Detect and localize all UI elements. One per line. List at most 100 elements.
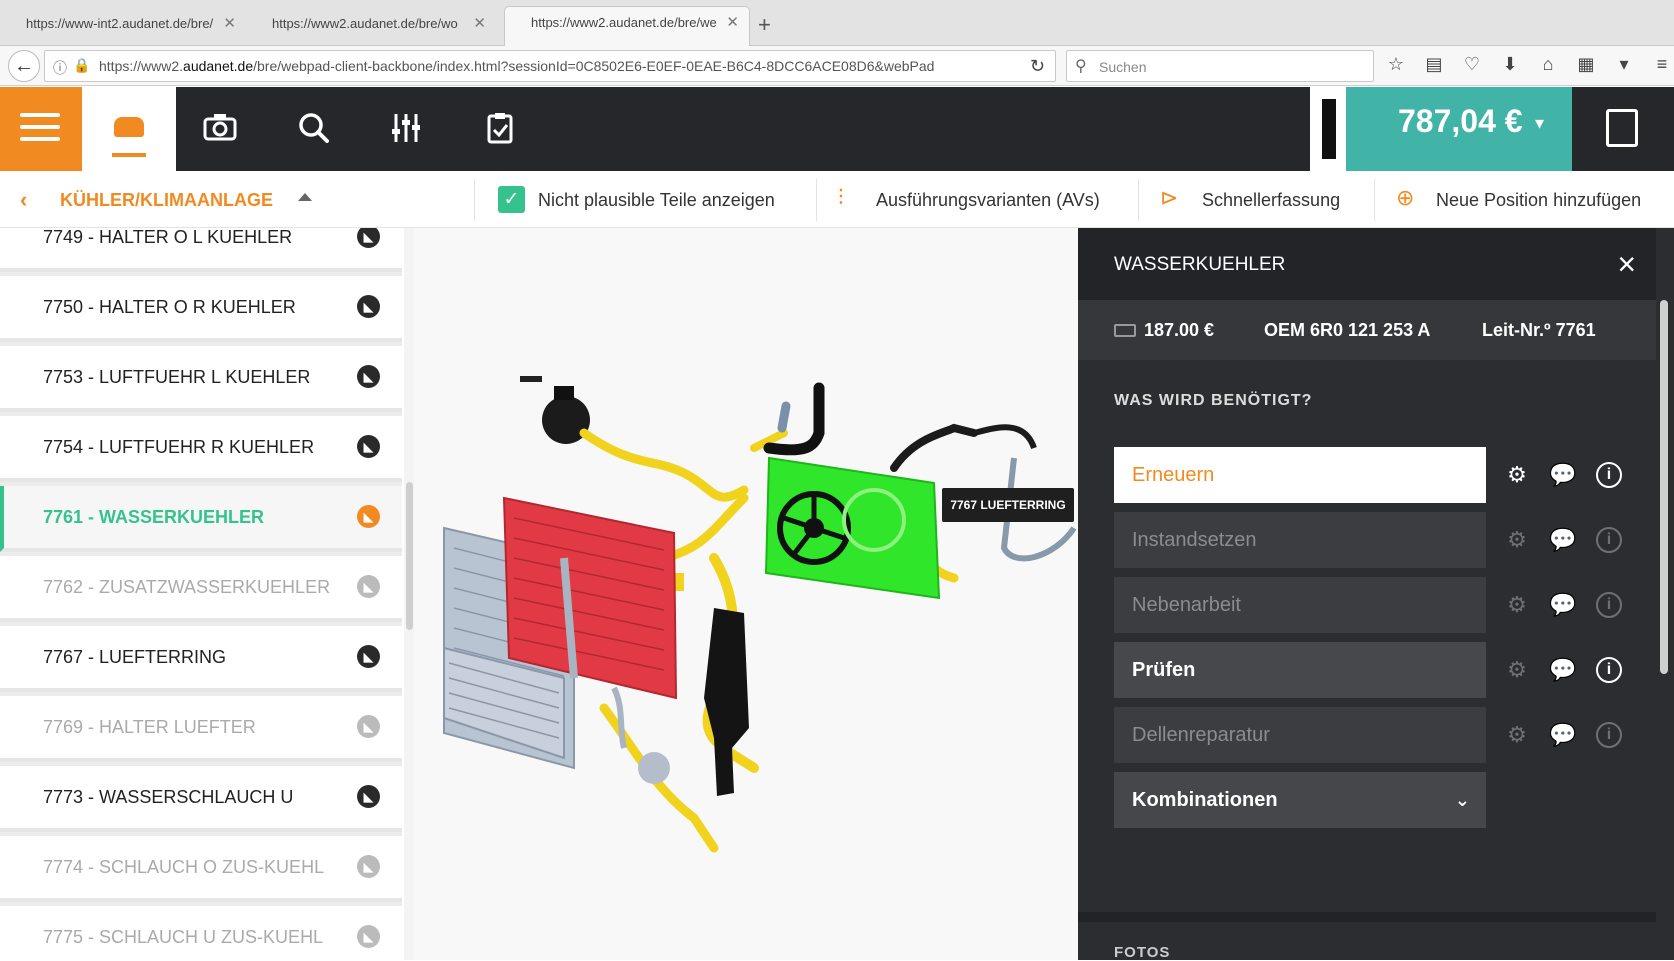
quick-entry-icon[interactable]: ⊳ <box>1160 185 1178 211</box>
clipboard-check-icon[interactable] <box>480 111 520 147</box>
browser-tabbar: https://www-int2.audanet.de/bre/ ✕ https… <box>0 0 1674 47</box>
browser-navbar: ← ⓘ 🔒 https://www2.audanet.de/bre/webpad… <box>0 46 1674 86</box>
divider <box>816 179 817 221</box>
option-instandsetzen[interactable]: Instandsetzen <box>1114 512 1486 568</box>
part-status-icon[interactable]: ◣ <box>357 575 380 598</box>
variants-icon[interactable]: ⫶ <box>838 185 844 211</box>
add-circle-icon[interactable]: ⊕ <box>1396 185 1414 211</box>
back-arrow-icon[interactable]: ← <box>8 50 40 82</box>
part-status-icon[interactable]: ◣ <box>357 925 380 948</box>
comment-icon[interactable]: 💬 <box>1548 720 1578 750</box>
add-position-button[interactable]: Neue Position hinzufügen <box>1436 190 1641 211</box>
download-icon[interactable]: ⬇ <box>1498 54 1522 78</box>
info-icon[interactable]: i <box>1596 592 1622 618</box>
new-tab-icon[interactable]: + <box>758 12 771 38</box>
3d-parts-viewer[interactable] <box>414 228 1078 960</box>
close-tab-icon[interactable]: ✕ <box>726 7 739 39</box>
car-icon[interactable] <box>82 87 176 171</box>
fotos-heading: FOTOS <box>1114 944 1171 961</box>
gear-icon[interactable]: ⚙ <box>1502 525 1532 555</box>
browser-tab-1[interactable]: https://www-int2.audanet.de/bre/ ✕ <box>0 8 246 40</box>
combinations-label: Kombinationen <box>1132 789 1278 811</box>
panel-scrollbar-thumb[interactable] <box>1660 300 1668 674</box>
gear-icon[interactable]: ⚙ <box>1502 655 1532 685</box>
breadcrumb[interactable]: KÜHLER/KLIMAANLAGE <box>60 190 273 211</box>
part-status-icon[interactable]: ◣ <box>357 365 380 388</box>
part-status-icon[interactable]: ◣ <box>357 645 380 668</box>
list-item[interactable]: 7762 - ZUSATZWASSERKUEHLER ◣ <box>0 556 402 622</box>
part-status-icon[interactable]: ◣ <box>357 228 380 248</box>
list-item-label: 7753 - LUFTFUEHR L KUEHLER <box>43 367 311 387</box>
list-scrollbar-thumb[interactable] <box>406 482 413 630</box>
search-icon[interactable] <box>294 111 334 147</box>
list-item[interactable]: 7754 - LUFTFUEHR R KUEHLER ◣ <box>0 416 402 482</box>
section-divider <box>1078 912 1656 922</box>
address-bar[interactable]: ⓘ 🔒 https://www2.audanet.de/bre/webpad-c… <box>44 50 1056 82</box>
browser-menu-icon[interactable]: ≡ <box>1650 54 1674 78</box>
total-price-button[interactable]: 787,04 € ▾ <box>1346 87 1572 171</box>
combinations-dropdown[interactable]: Kombinationen ⌄ <box>1114 772 1486 828</box>
info-icon[interactable]: i <box>1596 722 1622 748</box>
caret-up-icon[interactable] <box>298 193 312 201</box>
gear-icon[interactable]: ⚙ <box>1502 460 1532 490</box>
option-erneuern[interactable]: Erneuern <box>1114 447 1486 503</box>
list-item-label: 7774 - SCHLAUCH O ZUS-KUEHL <box>43 857 325 877</box>
home-icon[interactable]: ⌂ <box>1536 54 1560 78</box>
close-tab-icon[interactable]: ✕ <box>223 8 236 40</box>
list-item-label: 7767 - LUEFTERRING <box>43 647 227 667</box>
info-icon[interactable]: i <box>1596 527 1622 553</box>
part-status-icon[interactable]: ◣ <box>357 855 380 878</box>
close-tab-icon[interactable]: ✕ <box>473 8 486 40</box>
app-header: 787,04 € ▾ <box>0 87 1674 171</box>
bookmark-star-icon[interactable]: ☆ <box>1384 54 1408 78</box>
part-status-icon[interactable]: ◣ <box>357 715 380 738</box>
list-item[interactable]: 7769 - HALTER LUEFTER ◣ <box>0 696 402 762</box>
chevron-left-icon[interactable]: ‹ <box>20 187 27 213</box>
browser-search-input[interactable]: ⚲ Suchen <box>1066 50 1374 82</box>
hamburger-icon[interactable] <box>0 87 82 171</box>
close-icon[interactable]: × <box>1617 246 1636 283</box>
list-item[interactable]: 7750 - HALTER O R KUEHLER ◣ <box>0 276 402 342</box>
variants-button[interactable]: Ausführungsvarianten (AVs) <box>876 190 1100 211</box>
comment-icon[interactable]: 💬 <box>1548 460 1578 490</box>
list-item[interactable]: 7749 - HALTER O L KUEHLER ◣ <box>0 228 402 272</box>
info-icon[interactable]: i <box>1596 657 1622 683</box>
implausible-checkbox[interactable]: ✓ <box>498 186 525 213</box>
part-status-icon[interactable]: ◣ <box>357 505 380 528</box>
comment-icon[interactable]: 💬 <box>1548 590 1578 620</box>
list-item[interactable]: 7774 - SCHLAUCH O ZUS-KUEHL ◣ <box>0 836 402 902</box>
caret-down-icon: ▾ <box>1534 113 1544 133</box>
quick-entry-button[interactable]: Schnellerfassung <box>1202 190 1340 211</box>
option-pruefen[interactable]: Prüfen <box>1114 642 1486 698</box>
info-icon[interactable]: ⓘ <box>53 58 67 78</box>
pocket-icon[interactable]: ♡ <box>1460 54 1484 78</box>
browser-tab-2[interactable]: https://www2.audanet.de/bre/wo ✕ <box>246 8 496 40</box>
list-item[interactable]: 7753 - LUFTFUEHR L KUEHLER ◣ <box>0 346 402 412</box>
calculator-icon[interactable] <box>1572 87 1674 171</box>
camera-icon[interactable] <box>200 111 240 147</box>
part-status-icon[interactable]: ◣ <box>357 435 380 458</box>
extension-icon[interactable]: ▦ <box>1574 54 1598 78</box>
info-icon[interactable]: i <box>1596 462 1622 488</box>
implausible-parts-label[interactable]: Nicht plausible Teile anzeigen <box>538 190 775 211</box>
tab-title: https://www2.audanet.de/bre/wo <box>272 16 458 31</box>
list-item[interactable]: 7767 - LUEFTERRING ◣ <box>0 626 402 692</box>
option-dellenreparatur[interactable]: Dellenreparatur <box>1114 707 1486 763</box>
list-item[interactable]: 7773 - WASSERSCHLAUCH U ◣ <box>0 766 402 832</box>
list-item[interactable]: 7775 - SCHLAUCH U ZUS-KUEHL ◣ <box>0 906 402 960</box>
gear-icon[interactable]: ⚙ <box>1502 720 1532 750</box>
comment-icon[interactable]: 💬 <box>1548 655 1578 685</box>
browser-tab-3-active[interactable]: https://www2.audanet.de/bre/we ✕ <box>504 6 750 47</box>
list-item-label: 7769 - HALTER LUEFTER <box>43 717 256 737</box>
comment-icon[interactable]: 💬 <box>1548 525 1578 555</box>
sliders-icon[interactable] <box>386 111 426 147</box>
part-status-icon[interactable]: ◣ <box>357 785 380 808</box>
list-item-active[interactable]: 7761 - WASSERKUEHLER ◣ <box>0 486 402 552</box>
part-status-icon[interactable]: ◣ <box>357 295 380 318</box>
overflow-chevron-icon[interactable]: ▾ <box>1612 54 1636 78</box>
option-nebenarbeit[interactable]: Nebenarbeit <box>1114 577 1486 633</box>
gear-icon[interactable]: ⚙ <box>1502 590 1532 620</box>
reading-list-icon[interactable]: ▤ <box>1422 54 1446 78</box>
search-placeholder: Suchen <box>1099 59 1147 75</box>
reload-icon[interactable]: ↻ <box>1030 56 1045 77</box>
